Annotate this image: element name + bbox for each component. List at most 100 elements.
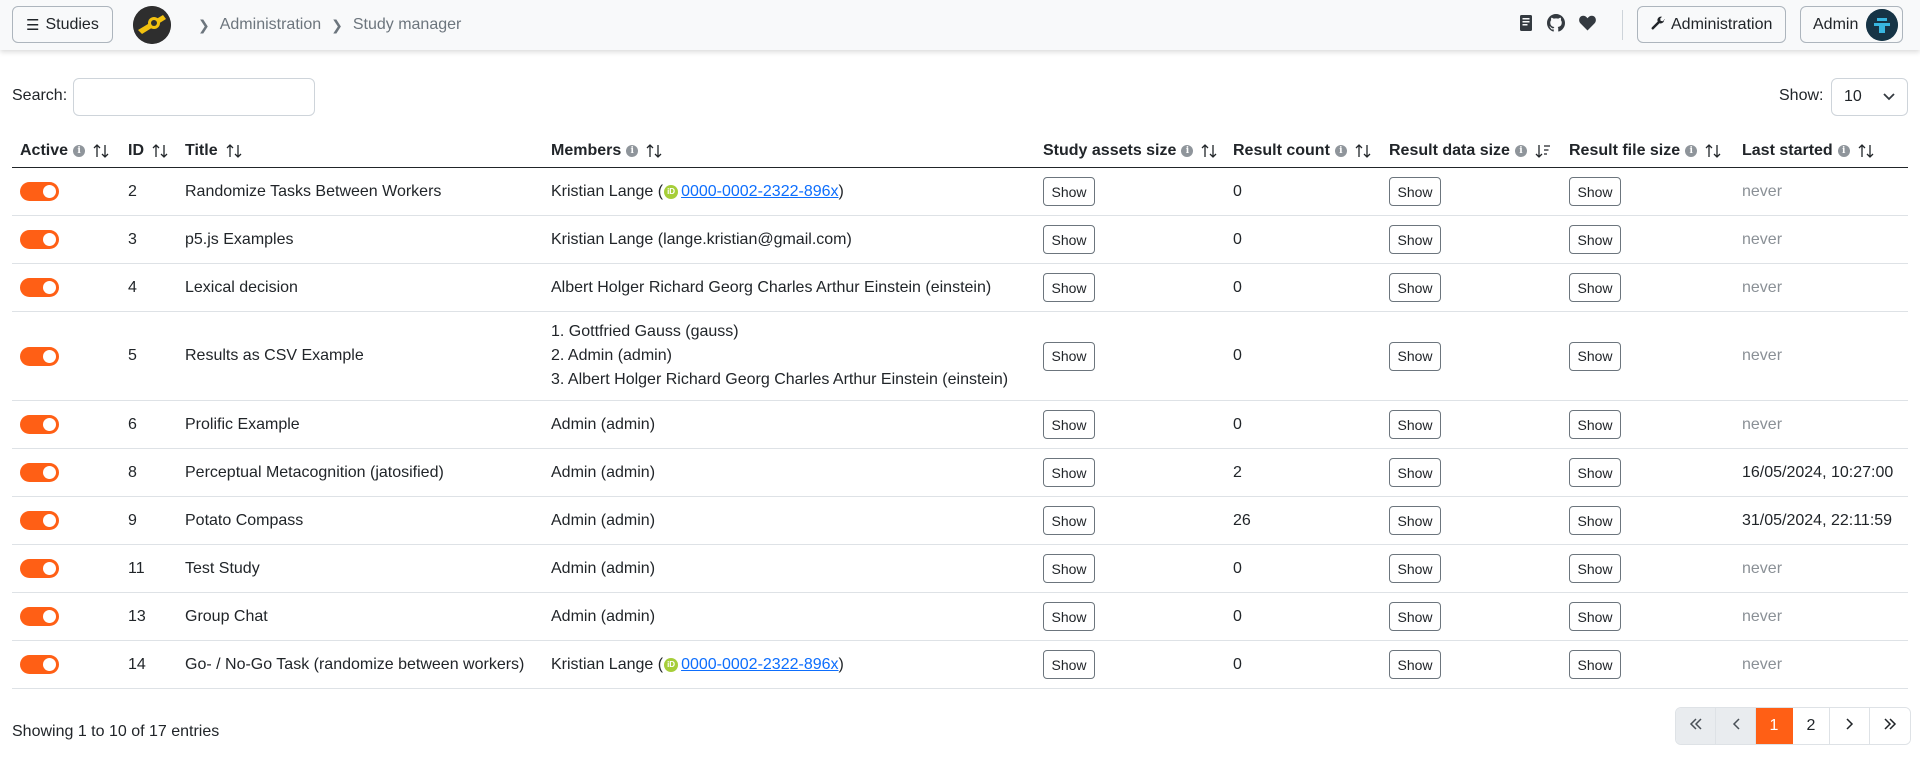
first-page-button[interactable] <box>1676 708 1716 744</box>
study-id: 5 <box>128 347 137 364</box>
sort-icon[interactable] <box>152 144 168 158</box>
show-result-file-size-button[interactable]: Show <box>1569 410 1621 439</box>
active-toggle[interactable] <box>20 346 59 366</box>
member-name: Admin (admin) <box>551 511 656 529</box>
page-size-select[interactable]: 10 <box>1831 78 1908 116</box>
heart-icon[interactable] <box>1579 15 1596 36</box>
show-result-data-size-button[interactable]: Show <box>1389 602 1441 631</box>
table-row: 11 Test Study Admin (admin) Show 0 Show Show ne… <box>12 545 1908 593</box>
jatos-logo[interactable] <box>133 6 171 44</box>
show-study-assets-size-button[interactable]: Show <box>1043 602 1095 631</box>
show-result-file-size-button[interactable]: Show <box>1569 506 1621 535</box>
header-active[interactable]: Active i <box>20 142 109 160</box>
last-page-button[interactable] <box>1870 708 1910 744</box>
header-study-assets-size[interactable]: Study assets size i <box>1043 142 1217 160</box>
header-title[interactable]: Title <box>185 142 242 160</box>
result-count: 26 <box>1233 511 1251 529</box>
nav-icon-group <box>1519 14 1596 37</box>
header-result-count[interactable]: Result count i <box>1233 142 1371 160</box>
sort-icon[interactable] <box>646 144 662 158</box>
show-result-data-size-button[interactable]: Show <box>1389 410 1441 439</box>
show-result-file-size-button[interactable]: Show <box>1569 341 1621 371</box>
study-title: Results as CSV Example <box>185 347 364 364</box>
show-result-file-size-button[interactable]: Show <box>1569 225 1621 254</box>
page-button-1[interactable]: 1 <box>1756 708 1793 744</box>
show-study-assets-size-button[interactable]: Show <box>1043 410 1095 439</box>
sort-icon[interactable] <box>1355 144 1371 158</box>
active-toggle[interactable] <box>20 230 59 249</box>
show-study-assets-size-button[interactable]: Show <box>1043 506 1095 535</box>
active-toggle[interactable] <box>20 182 59 201</box>
page-button-2[interactable]: 2 <box>1793 708 1830 744</box>
table-row: 14 Go- / No-Go Task (randomize between wo… <box>12 641 1908 689</box>
page-size-value: 10 <box>1844 88 1862 105</box>
sort-icon[interactable] <box>1858 144 1874 158</box>
sort-desc-icon[interactable] <box>1535 144 1551 158</box>
administration-button[interactable]: Administration <box>1637 6 1787 43</box>
pagination: 1 2 <box>1675 707 1911 745</box>
show-result-file-size-button[interactable]: Show <box>1569 602 1621 631</box>
show-result-file-size-button[interactable]: Show <box>1569 650 1621 679</box>
show-study-assets-size-button[interactable]: Show <box>1043 341 1095 371</box>
last-started: never <box>1742 347 1783 364</box>
study-members: Albert Holger Richard Georg Charles Arth… <box>551 264 991 311</box>
chevron-left-icon <box>1732 717 1740 735</box>
header-last-started[interactable]: Last started i <box>1742 142 1874 160</box>
book-icon[interactable] <box>1519 14 1533 37</box>
next-page-button[interactable] <box>1830 708 1870 744</box>
header-id[interactable]: ID <box>128 142 168 160</box>
active-toggle[interactable] <box>20 655 59 674</box>
active-toggle[interactable] <box>20 463 59 482</box>
table-row: 6 Prolific Example Admin (admin) Show 0 Show S… <box>12 401 1908 449</box>
show-result-data-size-button[interactable]: Show <box>1389 225 1441 254</box>
sort-icon[interactable] <box>1705 144 1721 158</box>
sort-icon[interactable] <box>1201 144 1217 158</box>
show-result-data-size-button[interactable]: Show <box>1389 273 1441 302</box>
show-result-file-size-button[interactable]: Show <box>1569 177 1621 206</box>
show-result-data-size-button[interactable]: Show <box>1389 650 1441 679</box>
last-started: 16/05/2024, 10:27:00 <box>1742 463 1894 481</box>
header-members[interactable]: Members i <box>551 142 662 160</box>
show-result-data-size-button[interactable]: Show <box>1389 341 1441 371</box>
show-study-assets-size-button[interactable]: Show <box>1043 225 1095 254</box>
member-item: 2. Admin (admin) <box>551 347 672 364</box>
study-members: Admin (admin) <box>551 401 655 448</box>
orcid-link[interactable]: 0000-0002-2322-896x <box>681 183 838 201</box>
show-result-data-size-button[interactable]: Show <box>1389 554 1441 583</box>
active-toggle[interactable] <box>20 511 59 530</box>
show-study-assets-size-button[interactable]: Show <box>1043 554 1095 583</box>
study-members: Kristian Lange (lange.kristian@gmail.com… <box>551 216 852 263</box>
show-result-data-size-button[interactable]: Show <box>1389 506 1441 535</box>
header-label: Title <box>185 142 218 159</box>
header-result-data-size[interactable]: Result data size i <box>1389 142 1551 160</box>
info-icon: i <box>1685 145 1698 157</box>
show-study-assets-size-button[interactable]: Show <box>1043 458 1095 487</box>
breadcrumb-administration[interactable]: Administration <box>220 16 321 34</box>
user-menu-button[interactable]: Admin <box>1800 6 1904 43</box>
sort-icon[interactable] <box>226 144 242 158</box>
search-input[interactable] <box>73 78 315 116</box>
member-name: Admin (admin) <box>551 559 656 577</box>
active-toggle[interactable] <box>20 607 59 626</box>
show-result-data-size-button[interactable]: Show <box>1389 458 1441 487</box>
header-result-file-size[interactable]: Result file size i <box>1569 142 1721 160</box>
show-result-file-size-button[interactable]: Show <box>1569 458 1621 487</box>
github-icon[interactable] <box>1547 14 1565 37</box>
show-result-data-size-button[interactable]: Show <box>1389 177 1441 206</box>
show-result-file-size-button[interactable]: Show <box>1569 273 1621 302</box>
user-label: Admin <box>1813 15 1859 33</box>
show-study-assets-size-button[interactable]: Show <box>1043 650 1095 679</box>
orcid-link[interactable]: 0000-0002-2322-896x <box>681 656 838 674</box>
result-count: 0 <box>1233 347 1242 364</box>
show-study-assets-size-button[interactable]: Show <box>1043 177 1095 206</box>
show-study-assets-size-button[interactable]: Show <box>1043 273 1095 302</box>
studies-button[interactable]: ☰ Studies <box>12 6 113 43</box>
show-result-file-size-button[interactable]: Show <box>1569 554 1621 583</box>
study-members: Admin (admin) <box>551 593 655 640</box>
study-id: 6 <box>128 415 137 433</box>
active-toggle[interactable] <box>20 415 59 434</box>
active-toggle[interactable] <box>20 559 59 578</box>
previous-page-button[interactable] <box>1716 708 1756 744</box>
sort-icon[interactable] <box>93 144 109 158</box>
active-toggle[interactable] <box>20 278 59 297</box>
